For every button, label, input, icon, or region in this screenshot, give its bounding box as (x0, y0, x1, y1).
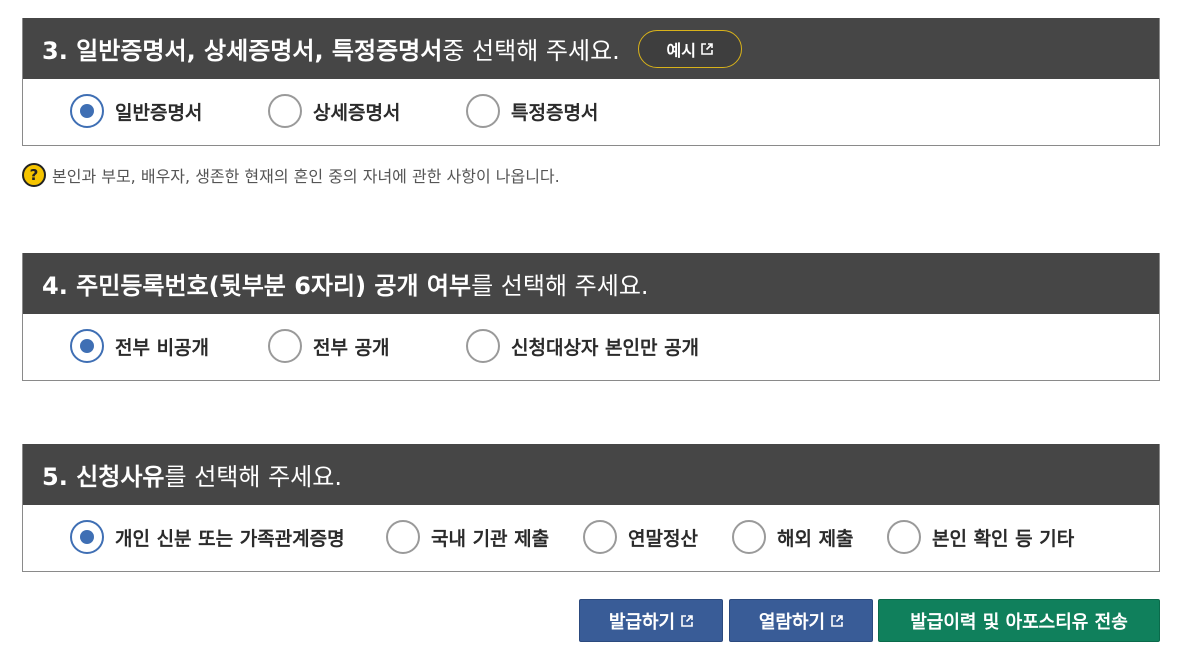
radio-group-reason: 개인 신분 또는 가족관계증명 국내 기관 제출 연말정산 해외 제출 본인 확… (23, 505, 1159, 571)
section-header: 4. 주민등록번호(뒷부분 6자리) 공개 여부 를 선택해 주세요. (23, 253, 1159, 314)
section-certificate-type: 3. 일반증명서, 상세증명서, 특정증명서 중 선택해 주세요. 예시 일반증… (22, 18, 1160, 146)
radio-option[interactable]: 신청대상자 본인만 공개 (466, 329, 699, 363)
external-link-icon (701, 42, 713, 55)
radio-button[interactable] (466, 329, 500, 363)
issue-history-button-label: 발급이력 및 아포스티유 전송 (910, 611, 1128, 633)
radio-option-label: 특정증명서 (511, 101, 599, 124)
radio-option[interactable]: 연말정산 (583, 520, 698, 554)
section-title-rest: 를 선택해 주세요. (164, 463, 342, 491)
radio-button[interactable] (466, 94, 500, 128)
view-button-label: 열람하기 (758, 611, 826, 633)
radio-option[interactable]: 일반증명서 (70, 94, 202, 128)
section-title-bold: 3. 일반증명서, 상세증명서, 특정증명서 (42, 37, 443, 65)
question-icon: ? (22, 163, 46, 187)
radio-group-disclosure: 전부 비공개 전부 공개 신청대상자 본인만 공개 (23, 314, 1159, 380)
radio-option-label: 연말정산 (628, 527, 698, 550)
radio-option-label: 일반증명서 (115, 101, 203, 124)
radio-option-label: 본인 확인 등 기타 (932, 527, 1075, 550)
radio-option[interactable]: 해외 제출 (732, 520, 854, 554)
radio-option[interactable]: 전부 비공개 (70, 329, 209, 363)
section-header: 5. 신청사유 를 선택해 주세요. (23, 444, 1159, 505)
radio-option-label: 국내 기관 제출 (431, 527, 550, 550)
external-link-icon (831, 614, 843, 627)
radio-button[interactable] (70, 520, 104, 554)
issue-button[interactable]: 발급하기 (579, 599, 723, 642)
radio-option-label: 개인 신분 또는 가족관계증명 (115, 527, 345, 550)
section-application-reason: 5. 신청사유 를 선택해 주세요. 개인 신분 또는 가족관계증명 국내 기관… (22, 444, 1160, 572)
radio-group-certificate-type: 일반증명서 상세증명서 특정증명서 (23, 79, 1159, 145)
issue-history-apostille-button[interactable]: 발급이력 및 아포스티유 전송 (878, 599, 1160, 642)
radio-button[interactable] (268, 94, 302, 128)
radio-option[interactable]: 상세증명서 (268, 94, 400, 128)
radio-button[interactable] (70, 329, 104, 363)
help-hint-text: 본인과 부모, 배우자, 생존한 현재의 혼인 중의 자녀에 관한 사항이 나옵… (52, 167, 560, 186)
section-title-bold: 4. 주민등록번호(뒷부분 6자리) 공개 여부 (42, 272, 472, 300)
example-button-label: 예시 (666, 40, 696, 60)
section-title-rest: 를 선택해 주세요. (471, 272, 649, 300)
radio-option-label: 해외 제출 (777, 527, 854, 550)
radio-button[interactable] (887, 520, 921, 554)
radio-option[interactable]: 특정증명서 (466, 94, 598, 128)
radio-option-label: 상세증명서 (313, 101, 401, 124)
radio-option[interactable]: 본인 확인 등 기타 (887, 520, 1074, 554)
radio-option-label: 전부 공개 (313, 336, 390, 359)
help-hint: ? 본인과 부모, 배우자, 생존한 현재의 혼인 중의 자녀에 관한 사항이 … (22, 163, 560, 187)
radio-button[interactable] (583, 520, 617, 554)
issue-button-label: 발급하기 (608, 611, 676, 633)
external-link-icon (681, 614, 693, 627)
radio-button[interactable] (732, 520, 766, 554)
radio-button[interactable] (386, 520, 420, 554)
view-button[interactable]: 열람하기 (729, 599, 873, 642)
example-button[interactable]: 예시 (637, 29, 742, 68)
radio-button[interactable] (268, 329, 302, 363)
section-header: 3. 일반증명서, 상세증명서, 특정증명서 중 선택해 주세요. 예시 (23, 18, 1159, 79)
radio-option-label: 신청대상자 본인만 공개 (511, 336, 700, 359)
radio-option-label: 전부 비공개 (115, 336, 210, 359)
section-resident-number-disclosure: 4. 주민등록번호(뒷부분 6자리) 공개 여부 를 선택해 주세요. 전부 비… (22, 253, 1160, 381)
radio-option[interactable]: 전부 공개 (268, 329, 390, 363)
radio-option[interactable]: 국내 기관 제출 (386, 520, 549, 554)
section-title-rest: 중 선택해 주세요. (442, 37, 620, 65)
section-title-bold: 5. 신청사유 (42, 463, 165, 491)
radio-button[interactable] (70, 94, 104, 128)
radio-option[interactable]: 개인 신분 또는 가족관계증명 (70, 520, 345, 554)
